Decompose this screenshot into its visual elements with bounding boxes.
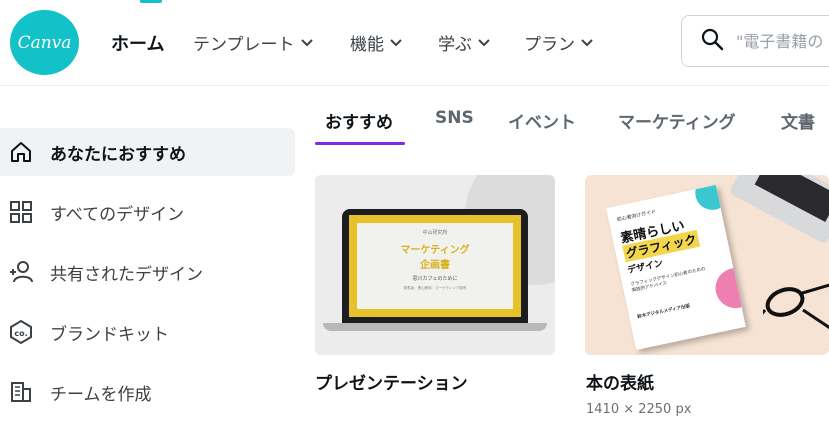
sidebar-item-label: チームを作成	[50, 384, 152, 405]
brand-kit-icon: co.	[8, 319, 34, 345]
sidebar-item-create-team[interactable]: チームを作成	[0, 368, 295, 416]
sidebar-item-brand-kit[interactable]: co. ブランドキット	[0, 308, 295, 356]
laptop-base	[323, 323, 547, 331]
slide-title-line2: 企画書	[420, 260, 450, 271]
tab-documents[interactable]: 文書	[781, 108, 815, 133]
tab-recommended[interactable]: おすすめ	[325, 108, 393, 133]
nav-learn[interactable]: 学ぶ	[438, 30, 490, 55]
card-title-presentation[interactable]: プレゼンテーション	[315, 369, 468, 394]
tab-active-indicator	[315, 142, 405, 145]
nav-home-label: ホーム	[111, 34, 165, 55]
canva-logo[interactable]: Canva	[10, 10, 79, 75]
card-size-book-cover: 1410 × 2250 px	[586, 402, 692, 417]
chevron-down-icon	[390, 38, 402, 48]
slide-footer: 発表者：黒山美和・マーケティング部長	[403, 286, 467, 290]
slide: 中山研究所 マーケティング 企画書 思川カフェのために 発表者：黒山美和・マーケ…	[349, 215, 521, 317]
search-input[interactable]	[736, 31, 829, 51]
slide-title-line1: マーケティング	[400, 245, 470, 256]
chevron-down-icon	[581, 38, 593, 48]
tab-sns[interactable]: SNS	[435, 108, 474, 128]
search-box[interactable]	[681, 15, 829, 67]
sidebar-item-label: すべてのデザイン	[50, 204, 185, 225]
nav-templates-label: テンプレート	[193, 35, 295, 55]
sidebar-item-label: 共有されたデザイン	[50, 264, 203, 285]
book-cover-thumbnail[interactable]: 初心者向けガイド 素晴らしい グラフィック デザイン グラフィックデザイン初心者…	[585, 175, 829, 355]
sidebar-item-shared[interactable]: 共有されたデザイン	[0, 248, 295, 296]
nav-learn-label: 学ぶ	[438, 35, 472, 55]
slide-subtitle: 思川カフェのために	[412, 276, 458, 282]
tab-marketing[interactable]: マーケティング	[618, 108, 736, 133]
chevron-down-icon	[300, 38, 313, 48]
slide-header: 中山研究所	[422, 230, 448, 236]
logo-text: Canva	[17, 32, 72, 53]
chevron-down-icon	[478, 38, 490, 48]
presentation-thumbnail[interactable]: 中山研究所 マーケティング 企画書 思川カフェのために 発表者：黒山美和・マーケ…	[315, 175, 555, 355]
glasses-icon	[763, 283, 829, 330]
search-icon	[700, 27, 724, 55]
home-icon	[8, 139, 34, 165]
nav-home[interactable]: ホーム	[111, 30, 164, 56]
sidebar-item-all-designs[interactable]: すべてのデザイン	[0, 188, 295, 236]
book: 初心者向けガイド 素晴らしい グラフィック デザイン グラフィックデザイン初心者…	[606, 184, 746, 351]
tab-events[interactable]: イベント	[508, 108, 576, 133]
top-header: Canva ホーム テンプレート 機能 学ぶ プラン	[0, 0, 829, 86]
shared-users-icon	[8, 259, 34, 285]
book-decor-circle	[692, 184, 733, 213]
nav-plans[interactable]: プラン	[524, 30, 593, 55]
active-nav-indicator	[140, 0, 162, 3]
sidebar-item-label: ブランドキット	[50, 324, 169, 345]
svg-text:co.: co.	[14, 329, 27, 338]
nav-templates[interactable]: テンプレート	[193, 30, 313, 55]
card-title-book-cover[interactable]: 本の表紙	[586, 369, 654, 394]
book-publisher: 鈴木デジタルメディア出版	[637, 303, 691, 321]
nav-features[interactable]: 機能	[350, 30, 402, 55]
team-building-icon	[8, 379, 34, 405]
slide-inner: 中山研究所 マーケティング 企画書 思川カフェのために 発表者：黒山美和・マーケ…	[357, 223, 513, 309]
grid-icon	[8, 199, 34, 225]
book-decor-circle-pink	[711, 264, 746, 312]
sidebar-item-label: あなたにおすすめ	[50, 144, 186, 165]
nav-features-label: 機能	[350, 35, 384, 55]
sidebar-item-for-you[interactable]: あなたにおすすめ	[0, 128, 295, 176]
nav-plans-label: プラン	[524, 35, 575, 55]
laptop-screen-frame: 中山研究所 マーケティング 企画書 思川カフェのために 発表者：黒山美和・マーケ…	[342, 209, 528, 323]
